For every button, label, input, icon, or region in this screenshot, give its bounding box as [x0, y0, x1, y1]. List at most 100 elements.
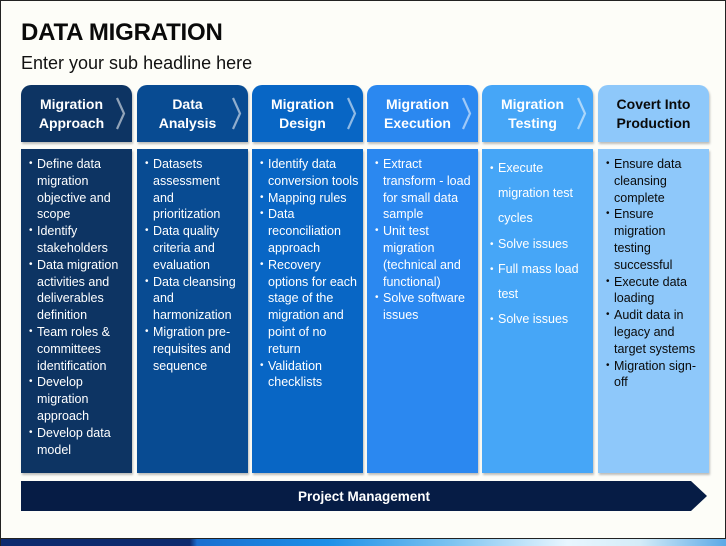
list-item: • Ensure data cleansing complete — [606, 156, 705, 206]
list-item: • Identify stakeholders — [29, 223, 128, 257]
bullet-icon: • — [260, 359, 264, 371]
bullet-icon: • — [606, 309, 610, 321]
slide-title: DATA MIGRATION — [21, 19, 223, 46]
bullet-icon: • — [375, 225, 379, 237]
stage-item-list: • Ensure data cleansing complete • Ensure m… — [606, 156, 705, 391]
list-item: • Ensure migration testing successful — [606, 206, 705, 273]
list-item-text: Migration pre-requisites and sequence — [153, 324, 231, 373]
stage-item-list: • Execute migration test cycles • Solve iss… — [490, 156, 589, 332]
bullet-icon: • — [260, 158, 264, 169]
bullet-icon: • — [606, 158, 610, 169]
list-item-text: Team roles & committees identification — [37, 324, 110, 373]
stage-body: • Datasets assessment and prioritization •… — [137, 149, 248, 473]
chevron-right-icon — [576, 97, 587, 130]
list-item-text: Solve software issues — [383, 291, 465, 323]
slide: DATA MIGRATION Enter your sub headline h… — [0, 0, 726, 546]
stage-header: Migration Design — [252, 85, 363, 142]
list-item-text: Identify stakeholders — [37, 224, 108, 255]
stage-body: • Identify data conversion tools • Mapping … — [252, 149, 363, 473]
stage-item-list: • Extract transform - load for small data… — [375, 156, 474, 324]
list-item-text: Ensure data cleansing complete — [614, 157, 682, 205]
stage-header-label: Migration Approach — [38, 95, 105, 131]
bullet-icon: • — [606, 275, 610, 287]
stage-header: Migration Approach — [21, 85, 132, 142]
list-item: • Solve software issues — [375, 290, 474, 324]
project-management-label: Project Management — [297, 488, 431, 504]
list-item-text: Develop data model — [37, 425, 111, 457]
list-item-text: Solve issues — [498, 312, 569, 327]
bullet-icon: • — [145, 158, 149, 169]
stage-body: • Ensure data cleansing complete • Ensure m… — [598, 149, 709, 473]
bullet-icon: • — [606, 359, 610, 371]
stage-item-list: • Define data migration objective and sco… — [29, 156, 128, 458]
bullet-icon: • — [490, 238, 494, 250]
bullet-icon: • — [606, 208, 610, 220]
list-item: • Migration sign-off — [606, 358, 705, 392]
list-item: • Audit data in legacy and target systems — [606, 307, 705, 357]
list-item: • Execute data loading — [606, 274, 705, 308]
list-item: • Data quality criteria and evaluation — [145, 223, 244, 273]
list-item-text: Develop migration approach — [37, 375, 90, 423]
list-item-text: Recovery options for each stage of the m… — [268, 257, 357, 356]
bullet-icon: • — [29, 426, 33, 438]
list-item-text: Datasets assessment and prioritization — [153, 157, 221, 222]
list-item-text: Define data migration objective and scop… — [37, 157, 111, 222]
list-item: • Recovery options for each stage of the … — [260, 257, 359, 358]
stage-header-label: Migration Execution — [384, 95, 451, 131]
list-item: • Develop migration approach — [29, 374, 128, 424]
footer-gradient-bar — [1, 538, 726, 546]
list-item: • Solve issues — [490, 232, 589, 257]
list-item: • Data cleansing and harmonization — [145, 274, 244, 324]
list-item: • Unit test migration (technical and func… — [375, 223, 474, 290]
stage-header-label: Covert Into Production — [616, 95, 691, 131]
bullet-icon: • — [260, 258, 264, 270]
list-item: • Extract transform - load for small data… — [375, 156, 474, 223]
list-item-text: Identify data conversion tools — [268, 157, 359, 188]
bullet-icon: • — [145, 275, 149, 287]
bullet-icon: • — [29, 376, 33, 388]
stage-header-label: Migration Testing — [501, 95, 564, 131]
chevron-right-icon — [231, 97, 242, 130]
list-item: • Solve issues — [490, 307, 589, 332]
list-item-text: Data quality criteria and evaluation — [153, 224, 220, 272]
list-item: • Datasets assessment and prioritization — [145, 156, 244, 223]
bullet-icon: • — [260, 208, 264, 220]
list-item-text: Execute migration test cycles — [498, 161, 574, 226]
list-item-text: Unit test migration (technical and funct… — [383, 224, 461, 289]
list-item-text: Ensure migration testing successful — [614, 207, 673, 272]
list-item: • Full mass load test — [490, 257, 589, 307]
stage-header: Migration Execution — [367, 85, 478, 142]
list-item: • Develop data model — [29, 425, 128, 459]
list-item: • Data migration activities and deliverab… — [29, 257, 128, 324]
list-item-text: Data reconciliation approach — [268, 207, 341, 255]
list-item-text: Full mass load test — [498, 261, 579, 302]
bullet-icon: • — [29, 258, 33, 270]
bullet-icon: • — [375, 158, 379, 169]
stage-header: Covert Into Production — [598, 85, 709, 142]
bullet-icon: • — [490, 163, 494, 174]
bullet-icon: • — [145, 225, 149, 237]
stage-header: Migration Testing — [482, 85, 593, 142]
list-item: • Migration pre-requisites and sequence — [145, 324, 244, 374]
bullet-icon: • — [375, 292, 379, 304]
list-item: • Execute migration test cycles — [490, 156, 589, 232]
list-item-text: Data migration activities and deliverabl… — [37, 257, 119, 323]
stage-header-label: Migration Design — [271, 95, 334, 131]
stage-item-list: • Identify data conversion tools • Mapping … — [260, 156, 359, 391]
list-item: • Identify data conversion tools — [260, 156, 359, 190]
bullet-icon: • — [490, 263, 494, 275]
list-item-text: Mapping rules — [268, 190, 347, 205]
stage-body: • Extract transform - load for small data… — [367, 149, 478, 473]
list-item-text: Validation checklists — [268, 358, 323, 390]
chevron-right-icon — [461, 97, 472, 130]
list-item-text: Audit data in legacy and target systems — [614, 308, 696, 356]
bullet-icon: • — [490, 314, 494, 326]
list-item-text: Data cleansing and harmonization — [153, 274, 236, 323]
list-item: • Mapping rules — [260, 190, 359, 207]
bullet-icon: • — [29, 325, 33, 337]
stage-header: Data Analysis — [137, 85, 248, 142]
stage-item-list: • Datasets assessment and prioritization •… — [145, 156, 244, 374]
list-item: • Define data migration objective and sco… — [29, 156, 128, 223]
chevron-right-icon — [115, 97, 126, 130]
bullet-icon: • — [29, 158, 33, 169]
